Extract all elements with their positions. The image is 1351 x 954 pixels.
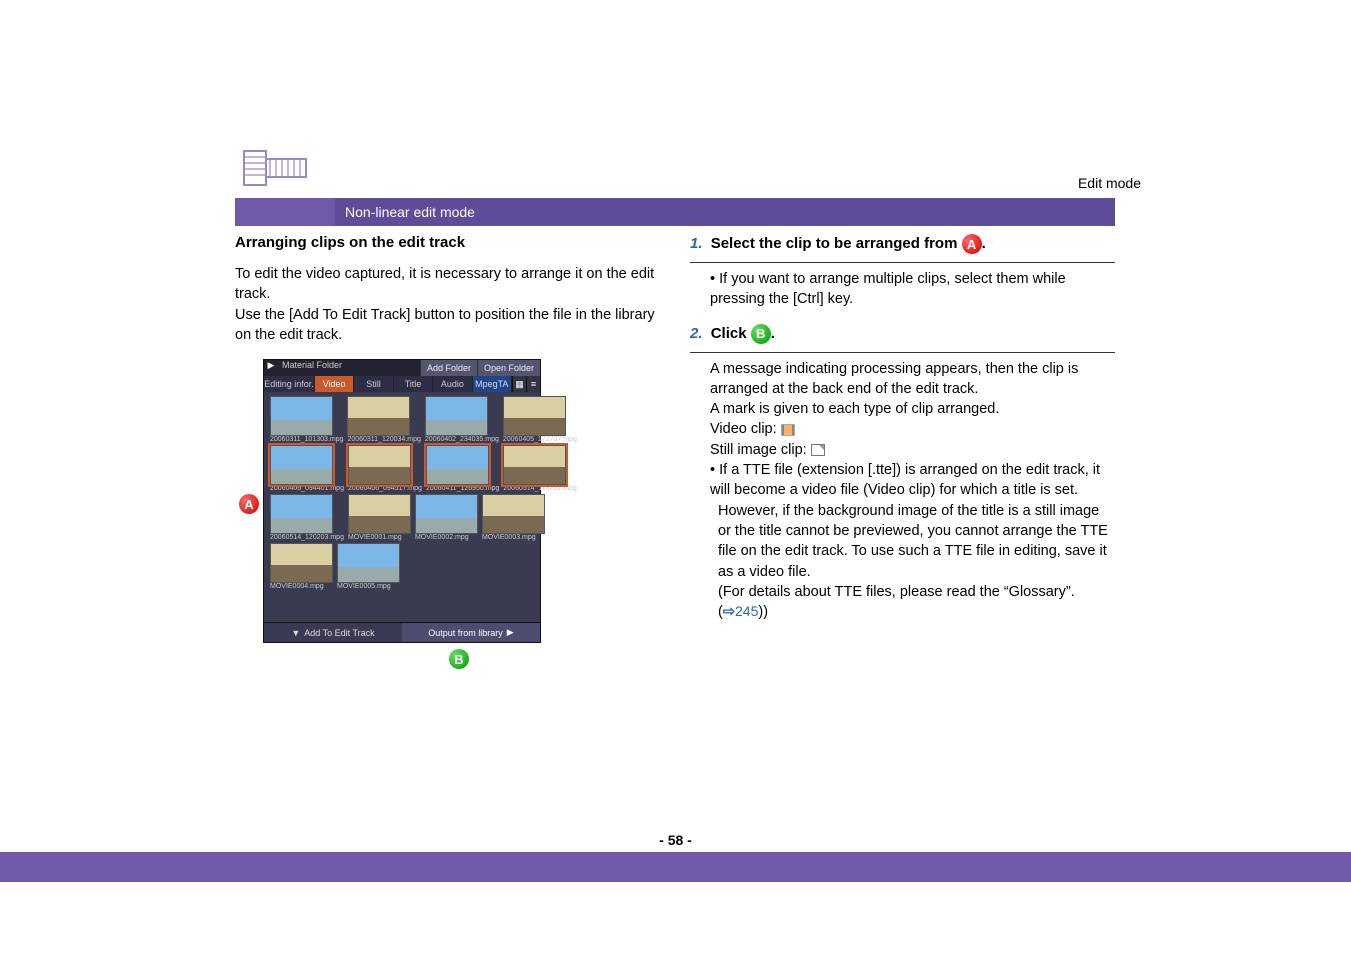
down-arrow-icon: ▼ [291,628,300,638]
thumbnail[interactable] [270,494,333,534]
link-arrow-icon: ⇨ [723,604,735,620]
tte-note-2: However, if the background image of the … [718,501,1115,582]
intro-para-2: Use the [Add To Edit Track] button to po… [235,306,660,345]
video-clip-icon [781,424,795,436]
step-1-heading: 1. Select the clip to be arranged from A… [690,234,1115,254]
tab-audio[interactable]: Audio [433,376,472,392]
tab-mpeg[interactable]: MpegTA [473,376,512,392]
view-thumb-icon[interactable]: ▦ [512,376,526,392]
divider [690,352,1115,353]
intro-para-1: To edit the video captured, it is necess… [235,265,660,304]
mode-label: Edit mode [1078,175,1141,191]
footer-band [0,852,1351,882]
thumbnail[interactable] [503,396,566,436]
right-arrow-icon: ▶ [507,627,514,638]
thumbnail[interactable] [426,445,489,485]
thumbnail[interactable] [337,543,400,583]
panel-title: Material Folder [278,360,420,376]
embedded-screenshot: A ▶ Material Folder Add Folder Open Fold… [235,359,660,643]
thumbnail[interactable] [270,543,333,583]
view-list-icon[interactable]: ≡ [526,376,540,392]
open-folder-button[interactable]: Open Folder [477,360,540,376]
thumbnail[interactable] [503,445,566,485]
step-1-note: • If you want to arrange multiple clips,… [710,269,1115,310]
tte-note-3: (For details about TTE files, please rea… [718,582,1115,623]
thumbnail[interactable] [348,494,411,534]
glossary-link[interactable]: 245 [735,603,758,619]
still-clip-row: Still image clip: [710,440,1115,460]
divider [690,262,1115,263]
thumbnail[interactable] [347,396,410,436]
tte-note-1: • If a TTE file (extension [.tte]) is ar… [710,460,1115,501]
badge-b-inline: B [751,324,771,344]
output-from-library-button[interactable]: Output from library ▶ [402,623,540,642]
section-title: Non-linear edit mode [335,198,1115,226]
badge-a-inline: A [962,234,982,254]
subheading: Arranging clips on the edit track [235,234,660,251]
video-clip-row: Video clip: [710,419,1115,439]
tab-still-image[interactable]: Still image [354,376,393,392]
step-2-heading: 2. Click B. [690,324,1115,344]
filmstrip-logo [240,143,310,193]
badge-b: B [449,649,469,669]
thumbnail[interactable] [270,445,333,485]
thumbnail[interactable] [415,494,478,534]
thumbnail[interactable] [425,396,488,436]
step-2-body-1: A message indicating processing appears,… [710,359,1115,400]
page-number: - 58 - [0,832,1351,848]
step-2-body-2: A mark is given to each type of clip arr… [710,399,1115,419]
thumbnail[interactable] [348,445,411,485]
material-folder-panel: ▶ Material Folder Add Folder Open Folder… [263,359,541,643]
tab-video[interactable]: Video [315,376,354,392]
thumbnail[interactable] [270,396,333,436]
thumbnail-grid: 20060311_101303.mpg 20060311_120034.mpg … [264,392,540,622]
collapse-icon[interactable]: ▶ [264,360,278,376]
add-folder-button[interactable]: Add Folder [420,360,477,376]
add-to-edit-track-button[interactable]: ▼ Add To Edit Track [264,623,402,642]
tab-title[interactable]: Title [394,376,433,392]
thumbnail[interactable] [482,494,545,534]
badge-a: A [239,494,259,514]
tab-editing-info[interactable]: Editing infor. [264,376,315,392]
still-image-clip-icon [811,444,825,456]
